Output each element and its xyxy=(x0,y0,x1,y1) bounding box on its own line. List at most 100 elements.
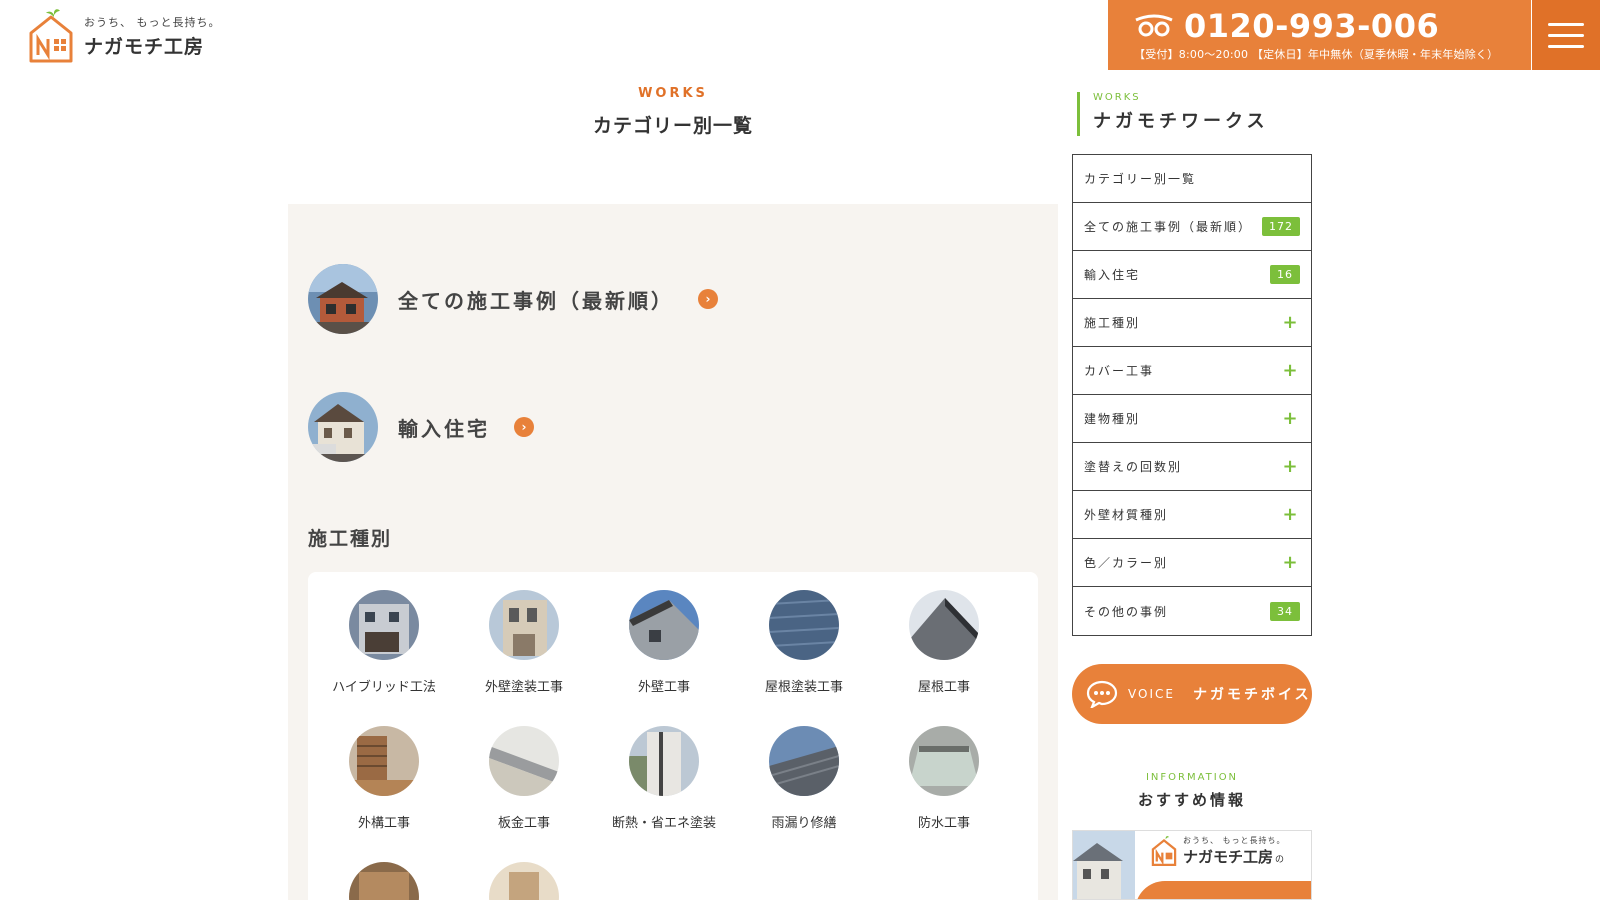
sidebar-category-list: カテゴリー別一覧 全ての施工事例（最新順） 172 輸入住宅 16 施工種別 +… xyxy=(1072,154,1312,636)
category-hybrid[interactable]: ハイブリッド工法 xyxy=(314,590,454,695)
sidebar-item-category-list[interactable]: カテゴリー別一覧 xyxy=(1073,155,1311,203)
banner-house-photo xyxy=(1073,831,1135,899)
sidebar-item-repaint-count[interactable]: 塗替えの回数別 + xyxy=(1073,443,1311,491)
category-label: 雨漏り修繕 xyxy=(771,816,837,831)
construction-type-grid: ハイブリッド工法 外壁塗装工事 外壁工事 屋根塗装工事 屋根工事 外構工事 板金… xyxy=(308,572,1038,900)
category-label: 板金工事 xyxy=(497,816,550,831)
voice-label: ナガモチボイス xyxy=(1192,687,1312,703)
category-thumbnail xyxy=(909,590,979,660)
sidebar-item-cover-works[interactable]: カバー工事 + xyxy=(1073,347,1311,395)
hamburger-line xyxy=(1548,44,1584,48)
page-title-en: WORKS xyxy=(638,86,708,101)
chevron-right-icon: › xyxy=(698,289,718,309)
logo-tagline: おうち、 もっと長持ち。 xyxy=(84,15,221,29)
voice-button[interactable]: VOICE ナガモチボイス xyxy=(1072,664,1312,724)
category-leak-repair[interactable]: 雨漏り修繕 xyxy=(734,726,874,831)
plus-icon[interactable]: + xyxy=(1280,312,1300,333)
category-label: 断熱・省エネ塗装 xyxy=(611,816,716,831)
page-title: カテゴリー別一覧 xyxy=(592,115,753,137)
info-title-en: INFORMATION xyxy=(1145,772,1239,783)
sidebar-title-en: WORKS xyxy=(1093,92,1141,103)
plus-icon[interactable]: + xyxy=(1280,456,1300,477)
hamburger-line xyxy=(1548,33,1584,37)
category-sheet-metal[interactable]: 板金工事 xyxy=(454,726,594,831)
category-label: 屋根塗装工事 xyxy=(764,680,843,695)
sidebar-item-label: 施工種別 xyxy=(1084,316,1141,330)
sidebar-item-label: その他の事例 xyxy=(1084,604,1169,619)
sidebar-item-label: 全ての施工事例（最新順） xyxy=(1084,220,1253,234)
house-logo-icon xyxy=(1151,836,1177,866)
count-badge: 172 xyxy=(1262,217,1300,236)
sidebar-title: ナガモチワークス xyxy=(1093,111,1269,132)
chevron-right-icon: › xyxy=(514,417,534,437)
category-thumbnail xyxy=(489,726,559,796)
category-thumbnail xyxy=(489,862,559,900)
category-exterior-wall[interactable]: 外壁工事 xyxy=(594,590,734,695)
category-label: 外壁工事 xyxy=(637,680,690,695)
category-panel: 全ての施工事例（最新順） › 輸入住宅 › 施工種別 ハイブリッド工法 外壁塗装… xyxy=(288,204,1058,900)
sidebar-item-label: 外壁材質種別 xyxy=(1084,508,1169,522)
sidebar-item-other[interactable]: その他の事例 34 xyxy=(1073,587,1311,635)
category-exterior-works[interactable]: 外構工事 xyxy=(314,726,454,831)
sidebar-item-color[interactable]: 色／カラー別 + xyxy=(1073,539,1311,587)
sidebar-item-imported-house[interactable]: 輸入住宅 16 xyxy=(1073,251,1311,299)
banner-tagline: おうち、 もっと長持ち。 xyxy=(1183,836,1286,845)
category-thumbnail xyxy=(629,590,699,660)
all-works-link[interactable]: 全ての施工事例（最新順） › xyxy=(308,264,718,334)
category-label: ハイブリッド工法 xyxy=(332,680,436,695)
construction-type-heading: 施工種別 xyxy=(308,528,393,550)
sidebar-item-label: 建物種別 xyxy=(1084,412,1141,426)
category-roof[interactable]: 屋根工事 xyxy=(874,590,1014,695)
category-thumbnail xyxy=(349,726,419,796)
category-exterior-paint[interactable]: 外壁塗装工事 xyxy=(454,590,594,695)
category-more-2[interactable] xyxy=(454,862,594,900)
sidebar-item-wall-material[interactable]: 外壁材質種別 + xyxy=(1073,491,1311,539)
house-logo-icon xyxy=(29,9,73,63)
category-roof-paint[interactable]: 屋根塗装工事 xyxy=(734,590,874,695)
sidebar-item-label: カテゴリー別一覧 xyxy=(1084,172,1197,186)
category-thumbnail xyxy=(629,726,699,796)
phone-contact[interactable]: 0120-993-006 【受付】8:00〜20:00 【定休日】年中無休（夏季… xyxy=(1108,0,1531,70)
speech-bubble-icon xyxy=(1086,680,1118,708)
recommend-banner[interactable]: おうち、 もっと長持ち。 ナガモチ工房の xyxy=(1072,830,1312,900)
all-works-label: 全ての施工事例（最新順） xyxy=(398,288,674,313)
free-dial-icon xyxy=(1135,14,1173,37)
banner-name: ナガモチ工房 xyxy=(1183,848,1274,866)
hamburger-menu-button[interactable] xyxy=(1532,0,1600,70)
sidebar-item-all-works[interactable]: 全ての施工事例（最新順） 172 xyxy=(1073,203,1311,251)
voice-label-en: VOICE xyxy=(1128,687,1175,701)
count-badge: 34 xyxy=(1270,601,1300,621)
site-logo[interactable]: おうち、 もっと長持ち。 ナガモチ工房 xyxy=(28,8,238,64)
banner-logo: おうち、 もっと長持ち。 ナガモチ工房の xyxy=(1151,835,1286,867)
page-heading: WORKS カテゴリー別一覧 xyxy=(288,86,1058,138)
category-label: 外壁塗装工事 xyxy=(484,680,563,695)
imported-house-link[interactable]: 輸入住宅 › xyxy=(308,392,534,462)
information-heading: INFORMATION おすすめ情報 xyxy=(1072,772,1312,810)
category-label: 防水工事 xyxy=(917,816,970,831)
plus-icon[interactable]: + xyxy=(1280,408,1300,429)
plus-icon[interactable]: + xyxy=(1280,552,1300,573)
plus-icon[interactable]: + xyxy=(1280,504,1300,525)
category-thumbnail xyxy=(768,726,840,796)
category-insulation-paint[interactable]: 断熱・省エネ塗装 xyxy=(594,726,734,831)
info-title: おすすめ情報 xyxy=(1137,791,1246,809)
category-thumbnail xyxy=(349,590,419,660)
sidebar-item-label: カバー工事 xyxy=(1084,364,1155,378)
category-thumbnail xyxy=(909,726,979,796)
sidebar-item-building-type[interactable]: 建物種別 + xyxy=(1073,395,1311,443)
plus-icon[interactable]: + xyxy=(1280,360,1300,381)
category-waterproofing[interactable]: 防水工事 xyxy=(874,726,1014,831)
logo-name: ナガモチ工房 xyxy=(84,35,205,58)
category-label: 外構工事 xyxy=(357,816,410,831)
sidebar-heading: WORKS ナガモチワークス xyxy=(1077,92,1268,136)
imported-house-label: 輸入住宅 xyxy=(398,416,490,441)
category-thumbnail xyxy=(349,862,419,900)
all-works-thumbnail xyxy=(308,264,378,334)
banner-accent xyxy=(1135,881,1311,899)
sidebar-item-label: 色／カラー別 xyxy=(1084,556,1169,570)
business-hours: 【受付】8:00〜20:00 【定休日】年中無休（夏季休暇・年末年始除く） xyxy=(1134,48,1499,61)
banner-suffix: の xyxy=(1275,855,1285,865)
sidebar-item-label: 輸入住宅 xyxy=(1084,268,1141,282)
category-more-1[interactable] xyxy=(314,862,454,900)
sidebar-item-construction-type[interactable]: 施工種別 + xyxy=(1073,299,1311,347)
